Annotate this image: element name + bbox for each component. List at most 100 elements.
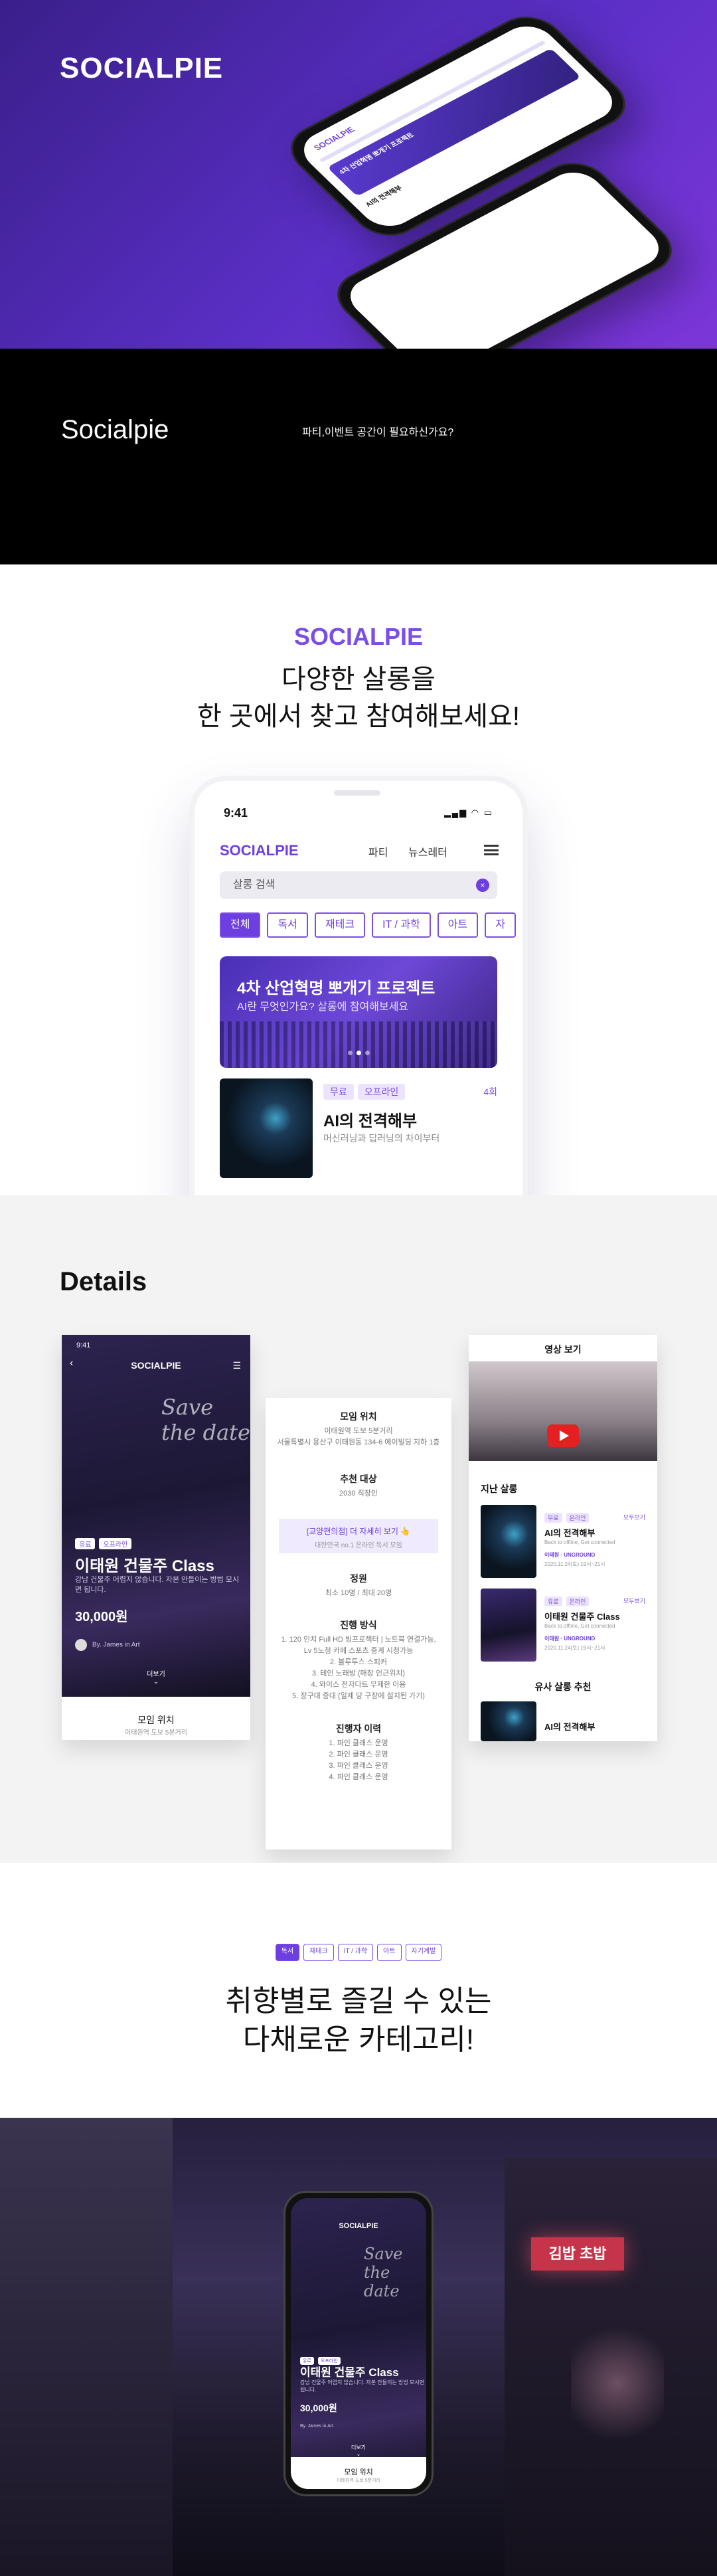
- status-icons: ▂▄▆ ◠ ▭: [443, 808, 493, 817]
- feature-logo: SOCIALPIE: [293, 623, 424, 650]
- status-time: 9:41: [76, 1341, 91, 1349]
- related-salon-item[interactable]: AI의 전격해부: [481, 1701, 645, 1741]
- chip-finance[interactable]: 재테크: [303, 1944, 334, 1961]
- past-salons-heading: 지난 살롱: [481, 1484, 518, 1494]
- info-heading: 정원: [350, 1573, 367, 1584]
- view-all-link[interactable]: 모두보기: [623, 1513, 645, 1521]
- tag: 유료: [544, 1596, 562, 1606]
- banner-photo: [220, 1021, 497, 1068]
- salon-session-count: 4회: [483, 1086, 497, 1097]
- street-sign: 김밥 초밥: [531, 2237, 624, 2271]
- street-building-left: [0, 2118, 173, 2576]
- chip-self[interactable]: 자: [485, 912, 516, 938]
- more-info-link[interactable]: [교양편의점] 더 자세히 보기 👆 대한민국 no.1 온라인 독서 모임: [279, 1519, 438, 1553]
- info-heading: 모임 위치: [340, 1411, 377, 1422]
- street-phone: SOCIALPIE Save the date 유료 오프라인 이태원 건물주 C…: [283, 2191, 434, 2496]
- chip-it-science[interactable]: IT / 과학: [372, 912, 431, 938]
- tag: 온라인: [566, 1596, 590, 1606]
- info-block-host-history: 진행자 이력 1. 파인 클래스 운영 2. 파인 클래스 운영 3. 파인 클…: [266, 1722, 451, 1783]
- event-title: 이태원 건물주 Class: [75, 1557, 214, 1575]
- chip-art[interactable]: 아트: [377, 1944, 402, 1961]
- event-tags: 유료 오프라인: [75, 1538, 135, 1550]
- chevron-down-icon: ⌄: [153, 1678, 159, 1685]
- street-lights: [571, 2317, 664, 2450]
- feature-headline-line1: 다양한 살롱을: [281, 665, 436, 694]
- event-host: By. James in Art: [300, 2424, 334, 2429]
- save-the-date-text: Save the date: [161, 1395, 250, 1445]
- intro-title: Socialpie: [61, 415, 169, 444]
- chip-finance[interactable]: 재테크: [314, 912, 366, 938]
- event-description: 강남 건물주 어렵지 않습니다. 자본 안들이는 방법 모시면 됩니다.: [75, 1576, 240, 1594]
- past-salon-title: 이태원 건물주 Class: [544, 1612, 620, 1622]
- salon-title: AI의 전격해부: [323, 1112, 418, 1130]
- past-salon-desc: Back to offline, Get connected: [544, 1539, 615, 1545]
- detail-screen-event: 9:41 ‹ SOCIALPIE ☰ Save the date 유료 오프라인 …: [62, 1335, 250, 1740]
- street-section: 김밥 초밥 SOCIALPIE Save the date 유료 오프라인 이태원…: [0, 2118, 717, 2576]
- app-logo: SOCIALPIE: [131, 1360, 181, 1371]
- event-host: By. James in Art: [75, 1639, 140, 1651]
- nav-newsletter[interactable]: 뉴스레터: [408, 843, 447, 859]
- youtube-play-icon[interactable]: [547, 1424, 579, 1447]
- chip-all[interactable]: 전체: [220, 912, 261, 938]
- more-label: 더보기: [351, 2445, 366, 2450]
- past-salon-title: AI의 전격해부: [544, 1528, 596, 1538]
- more-label: 더보기: [147, 1671, 165, 1678]
- more-info-title: [교양편의점] 더 자세히 보기 👆: [306, 1527, 411, 1536]
- category-chip-row: 독서 재테크 IT / 과학 아트 자기계발: [0, 1944, 717, 1961]
- event-description: 강남 건물주 어렵지 않습니다. 자본 안들이는 방법 모시면 됩니다.: [300, 2379, 425, 2393]
- category-headline: 취향별로 즐길 수 있는 다채로운 카테고리!: [0, 1982, 717, 2059]
- video-thumbnail[interactable]: [469, 1361, 657, 1461]
- video-heading: 영상 보기: [544, 1344, 582, 1355]
- past-salon-place: 이태원 · UNGROUND: [544, 1636, 596, 1642]
- intro-section: Socialpie 파티,이벤트 공간이 필요하신가요?: [0, 349, 717, 564]
- carousel-dots[interactable]: [220, 1047, 497, 1059]
- status-time: 9:41: [224, 806, 248, 819]
- info-heading: 진행자 이력: [335, 1723, 382, 1734]
- info-block-location: 모임 위치 이태원역 도보 5분거리 서울특별시 용산구 이태원동 134-6 …: [266, 1410, 451, 1448]
- clear-search-icon[interactable]: ×: [476, 879, 489, 892]
- info-text: 최소 10명 / 최대 20명: [325, 1589, 392, 1597]
- past-salon-desc: Back to offline, Get connected: [544, 1623, 615, 1629]
- app-logo[interactable]: SOCIALPIE: [220, 842, 299, 859]
- salon-thumbnail: [220, 1078, 313, 1178]
- chip-it-science[interactable]: IT / 과학: [337, 1944, 374, 1961]
- info-text: 1. 120 인치 Full HD 빔프로젝터 | 노트북 연결가능, Lv 5…: [281, 1636, 436, 1700]
- past-salon-item[interactable]: 유료 온라인 모두보기 이태원 건물주 Class Back to offline…: [481, 1589, 645, 1662]
- hamburger-menu-icon[interactable]: [484, 845, 499, 855]
- past-salon-tags: 무료 온라인: [544, 1511, 593, 1523]
- phone-notch: [334, 790, 380, 796]
- chip-reading[interactable]: 독서: [275, 1944, 300, 1961]
- chip-self-development[interactable]: 자기계발: [405, 1944, 442, 1961]
- app-logo: SOCIALPIE: [339, 2222, 378, 2230]
- view-all-link[interactable]: 모두보기: [623, 1596, 645, 1605]
- past-salon-thumbnail: [481, 1589, 536, 1662]
- past-salon-thumbnail: [481, 1505, 536, 1578]
- location-address: 이태원역 도보 5분거리: [337, 2478, 380, 2483]
- chip-reading[interactable]: 독서: [267, 912, 308, 938]
- info-text: 2030 직장인: [339, 1490, 378, 1498]
- menu-icon[interactable]: ☰: [232, 1360, 241, 1371]
- category-headline-line1: 취향별로 즐길 수 있는: [225, 1985, 492, 2018]
- more-button[interactable]: 더보기 ⌄: [62, 1668, 250, 1685]
- event-title: 이태원 건물주 Class: [300, 2366, 399, 2379]
- past-salon-item[interactable]: 무료 온라인 모두보기 AI의 전격해부 Back to offline, Get…: [481, 1505, 645, 1578]
- save-the-date-text: Save the date: [364, 2245, 403, 2300]
- category-section: 독서 재테크 IT / 과학 아트 자기계발 취향별로 즐길 수 있는 다채로운 카테고…: [0, 1863, 717, 2118]
- chip-art[interactable]: 아트: [437, 912, 479, 938]
- info-heading: 추천 대상: [340, 1474, 377, 1484]
- banner-title: 4차 산업혁명 뽀개기 프로젝트: [237, 980, 436, 997]
- featured-banner[interactable]: 4차 산업혁명 뽀개기 프로젝트 AI란 무엇인가요? 살롱에 참여해보세요: [220, 956, 497, 1068]
- related-salon-thumbnail: [481, 1701, 536, 1741]
- past-salon-place: 이태원 · UNGROUND: [544, 1552, 596, 1558]
- past-salon-date: 2020.11.24(토) 19시~21시: [544, 1561, 605, 1567]
- salon-list-item[interactable]: 무료 오프라인 4회 AI의 전격해부 머신러닝과 딥러닝의 차이부터: [220, 1078, 497, 1178]
- host-name: By. James in Art: [92, 1641, 140, 1649]
- more-button[interactable]: 더보기 ⌄: [291, 2444, 426, 2457]
- location-label: 모임 위치: [344, 2468, 373, 2476]
- salon-description: 머신러닝과 딥러닝의 차이부터: [323, 1133, 440, 1144]
- feature-phone: 9:41 ▂▄▆ ◠ ▭ SOCIALPIE 파티 뉴스레터 살롱 검색 × 전…: [189, 776, 528, 1195]
- nav-party[interactable]: 파티: [368, 843, 388, 859]
- info-block-target: 추천 대상 2030 직장인: [266, 1472, 451, 1500]
- search-placeholder: 살롱 검색: [233, 879, 276, 891]
- search-input[interactable]: 살롱 검색 ×: [220, 871, 497, 899]
